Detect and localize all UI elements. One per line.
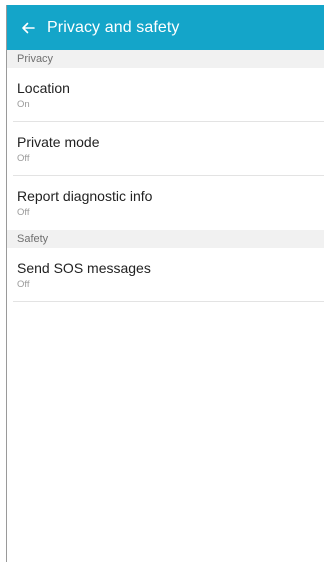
- setting-title: Report diagnostic info: [17, 188, 153, 204]
- setting-title: Private mode: [17, 134, 100, 150]
- setting-status: Off: [17, 279, 30, 290]
- setting-status: Off: [17, 153, 30, 164]
- app-bar: Privacy and safety: [7, 5, 324, 50]
- setting-item-send-sos-messages[interactable]: Send SOS messages Off: [7, 248, 324, 302]
- section-header-privacy: Privacy: [7, 50, 324, 68]
- settings-screen: Privacy and safety Privacy Location On P…: [6, 5, 324, 562]
- setting-status: On: [17, 99, 30, 110]
- section-header-safety: Safety: [7, 230, 324, 248]
- setting-status: Off: [17, 207, 30, 218]
- back-button[interactable]: [17, 17, 39, 39]
- arrow-left-icon: [22, 22, 35, 33]
- setting-title: Location: [17, 80, 70, 96]
- setting-item-location[interactable]: Location On: [7, 68, 324, 122]
- setting-item-report-diagnostic-info[interactable]: Report diagnostic info Off: [7, 176, 324, 230]
- setting-item-private-mode[interactable]: Private mode Off: [7, 122, 324, 176]
- setting-title: Send SOS messages: [17, 260, 151, 276]
- page-title: Privacy and safety: [47, 18, 180, 36]
